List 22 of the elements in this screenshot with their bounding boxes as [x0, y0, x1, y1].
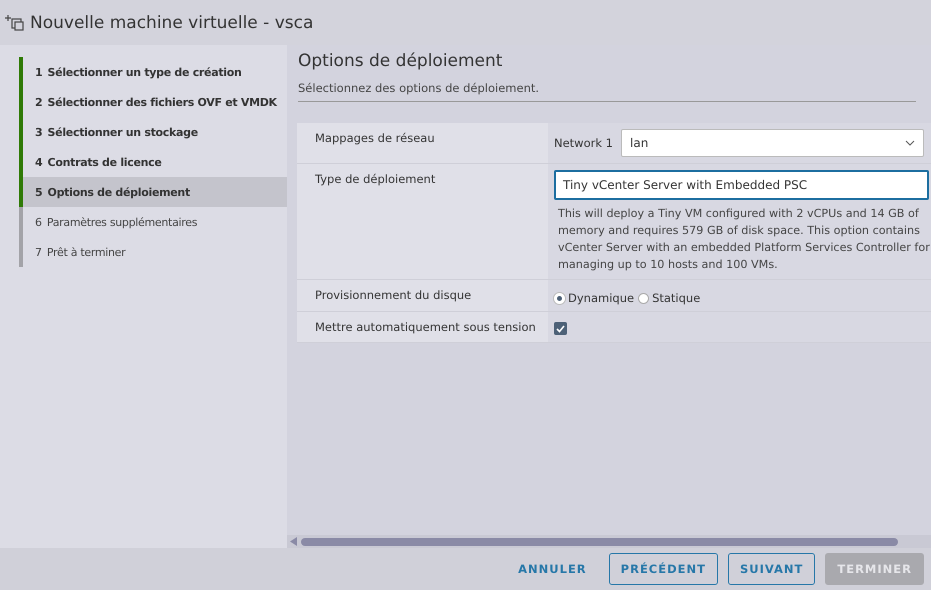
radio-option[interactable]: Statique [638, 291, 700, 305]
checkbox[interactable] [554, 322, 567, 335]
window-title: Nouvelle machine virtuelle - vsca [30, 12, 314, 32]
deployment-description: This will deploy a Tiny VM configured with 2 vCPUs and 14 GB of memory and requires 579 GB of disk space. This option contains vCenter Server with an embedded Platform Services Controller for managing up to 10 hosts and 100 VMs. [557, 206, 931, 273]
add-vm-icon [4, 12, 24, 32]
wizard-step[interactable]: 5 Options de déploiement [19, 177, 287, 207]
scrollbar-thumb[interactable] [301, 538, 898, 546]
field-label: Mappages de réseau [297, 123, 548, 163]
field-label: Type de déploiement [297, 164, 548, 279]
field-label: Mettre automatiquement sous tension [297, 312, 548, 342]
radio-label: Dynamique [568, 291, 634, 305]
chevron-down-icon [905, 140, 915, 146]
radio-label: Statique [652, 291, 700, 305]
network-dropdown[interactable]: lan [621, 129, 924, 157]
page-subtitle: Sélectionnez des options de déploiement. [298, 81, 916, 102]
network-label: Network 1 [554, 136, 613, 150]
page-title: Options de déploiement [298, 51, 504, 71]
field-label: Provisionnement du disque [297, 280, 548, 311]
deployment-type-field[interactable]: Tiny vCenter Server with Embedded PSC [554, 170, 929, 200]
radio-button[interactable] [638, 292, 650, 304]
radio-option[interactable]: Dynamique [554, 291, 634, 305]
scroll-left-icon[interactable] [290, 537, 297, 546]
